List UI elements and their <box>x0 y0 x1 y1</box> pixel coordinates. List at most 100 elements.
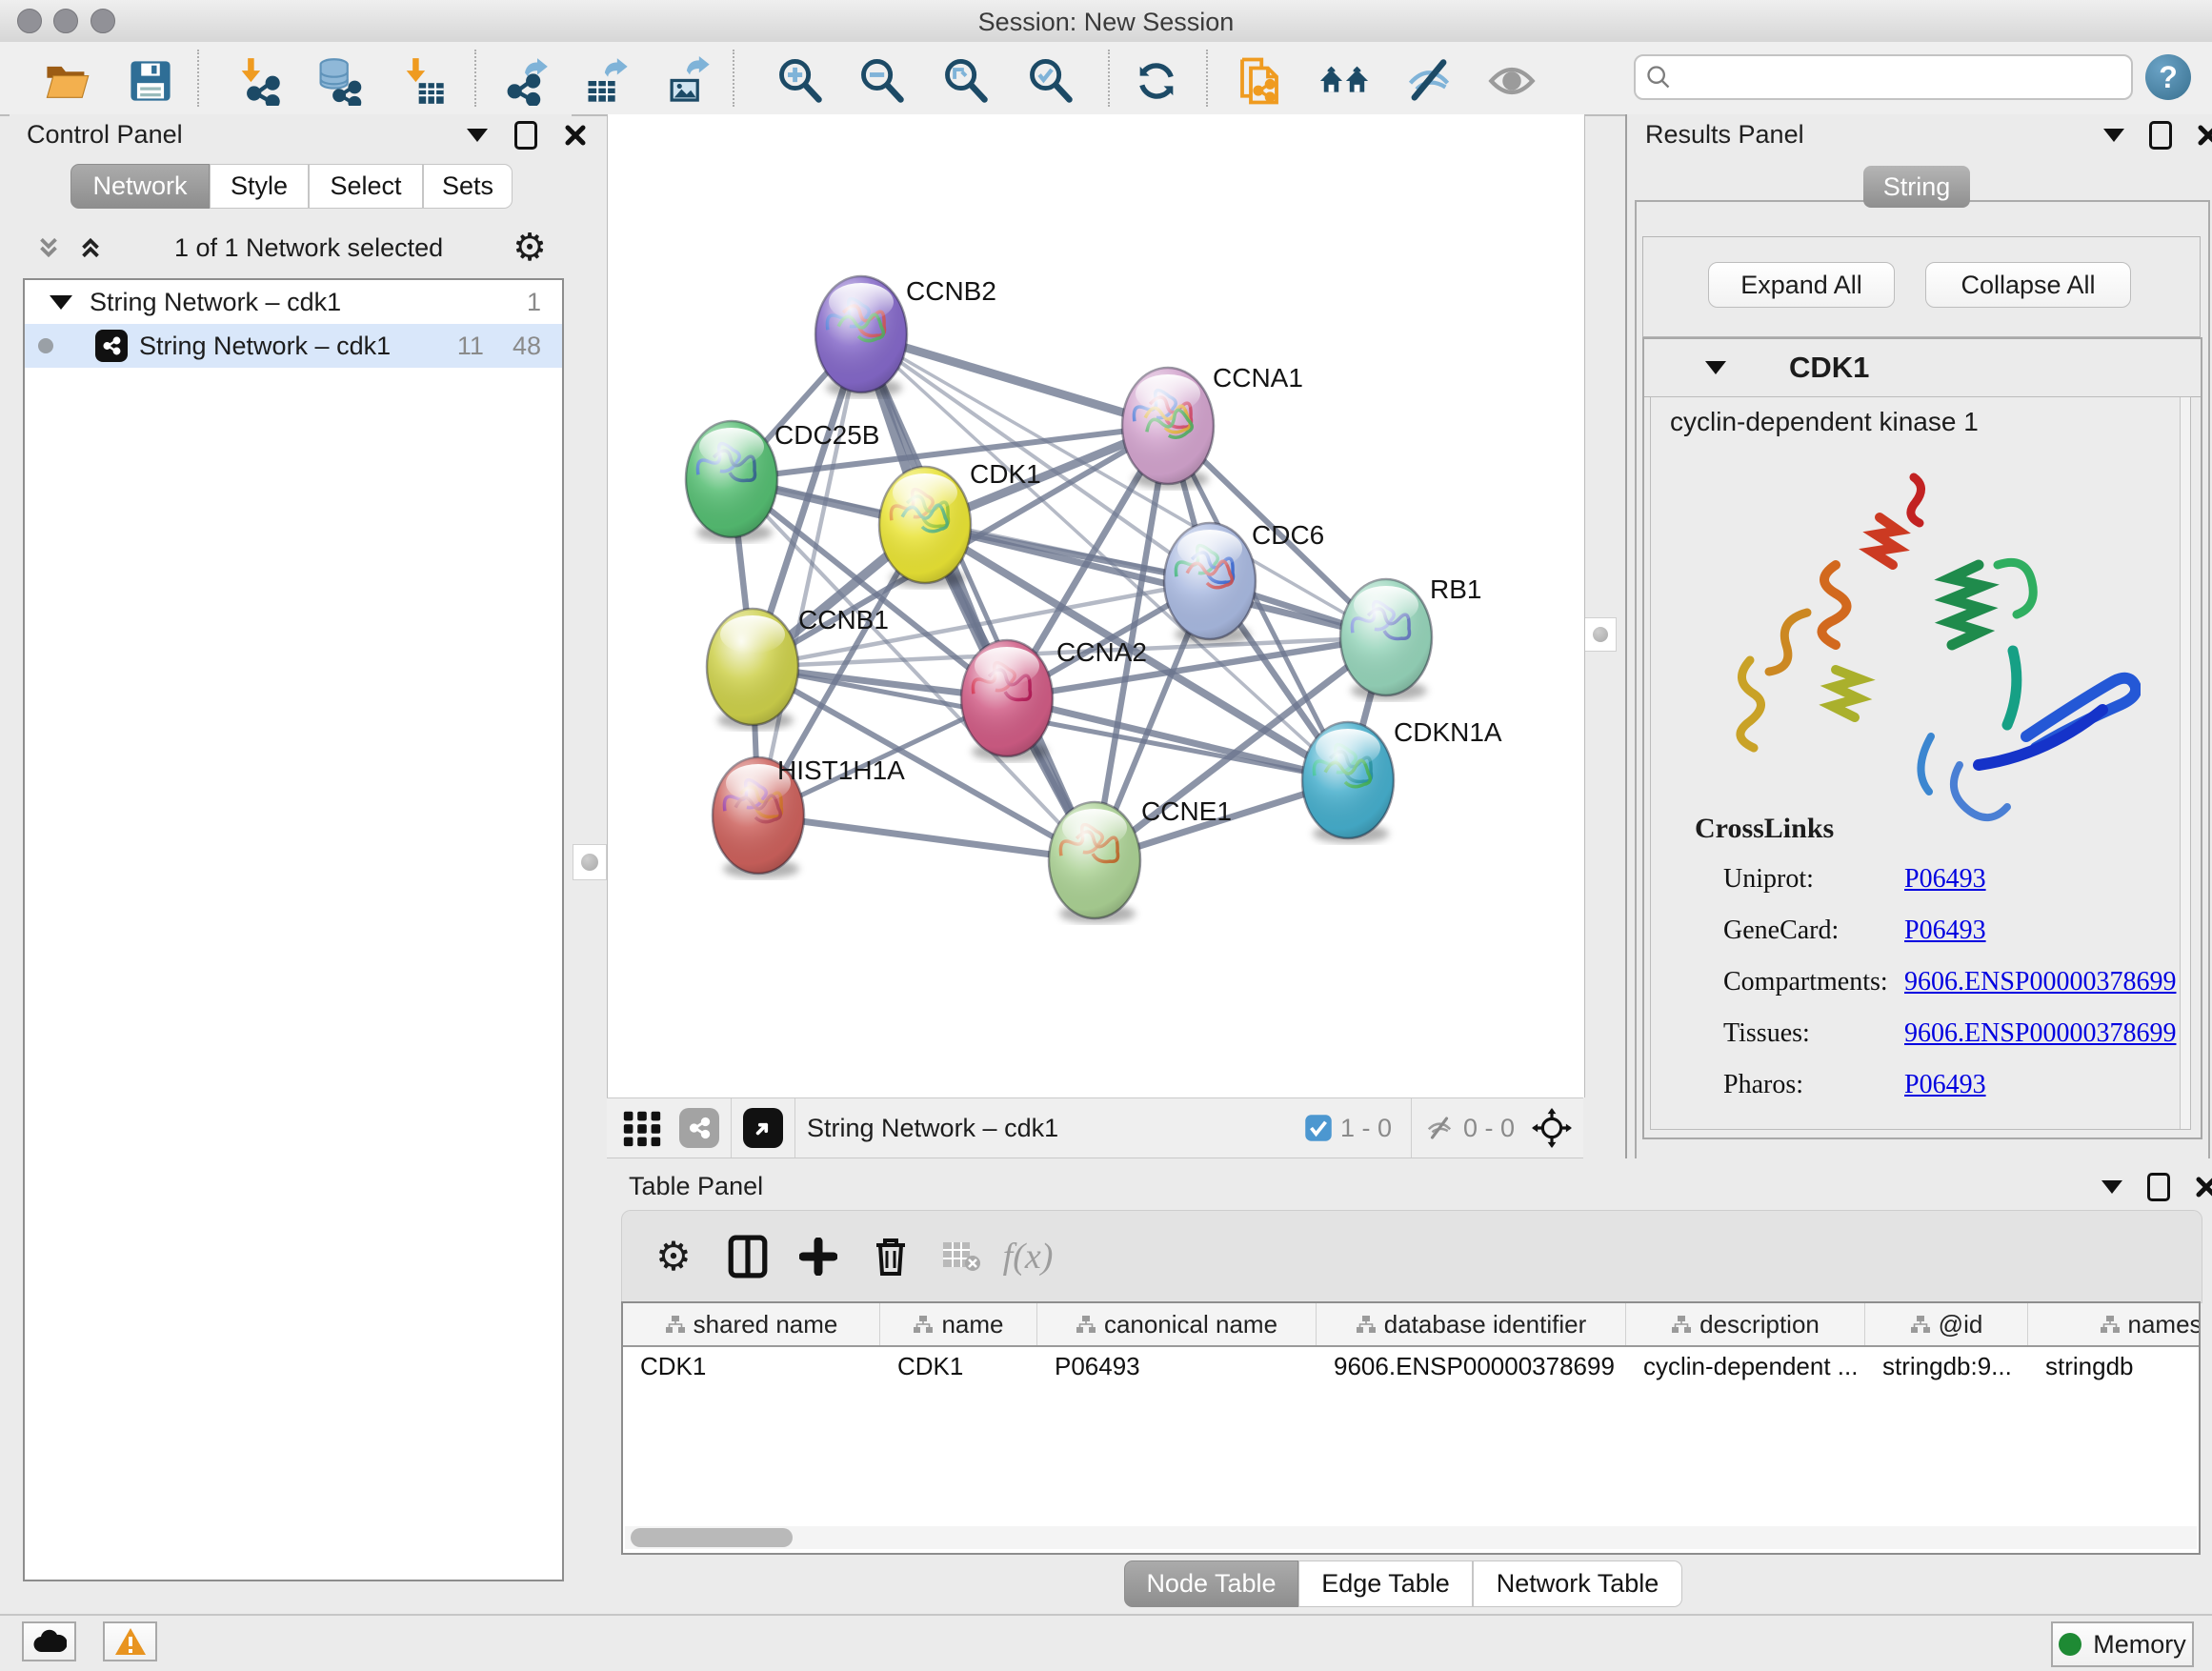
table-cell[interactable]: CDK1 <box>623 1347 880 1385</box>
right-splitter-handle[interactable] <box>1584 617 1617 652</box>
export-network-icon[interactable] <box>499 55 551 107</box>
fit-selected-crosshair-icon[interactable] <box>1532 1108 1572 1148</box>
network-node-CCNB2[interactable] <box>815 276 907 397</box>
first-neighbors-icon[interactable] <box>1318 55 1370 107</box>
table-row[interactable]: CDK1CDK1P064939606.ENSP00000378699cyclin… <box>623 1347 2199 1385</box>
import-table-from-file-icon[interactable] <box>397 55 449 107</box>
zoom-fit-icon[interactable] <box>940 55 992 107</box>
import-network-from-database-icon[interactable] <box>312 55 364 107</box>
scrollbar-thumb[interactable] <box>631 1528 793 1547</box>
table-cell[interactable]: cyclin-dependent ... <box>1626 1347 1865 1385</box>
detach-view-icon[interactable] <box>743 1108 783 1148</box>
grid-view-icon[interactable] <box>620 1106 664 1150</box>
close-panel-icon[interactable] <box>564 124 587 147</box>
results-scrollbar[interactable] <box>2180 397 2190 1129</box>
network-node-CDKN1A[interactable] <box>1302 722 1394 843</box>
export-image-icon[interactable] <box>663 55 714 107</box>
network-node-RB1[interactable] <box>1340 579 1432 700</box>
column-header-database-identifier[interactable]: database identifier <box>1317 1303 1626 1345</box>
create-column-icon[interactable] <box>794 1232 843 1281</box>
network-node-CCNE1[interactable] <box>1049 802 1140 923</box>
collapse-triangle-icon[interactable] <box>50 295 72 310</box>
panel-menu-icon[interactable] <box>2101 1180 2122 1194</box>
search-icon <box>1645 64 1672 91</box>
tab-edge-table[interactable]: Edge Table <box>1298 1560 1473 1607</box>
show-columns-icon[interactable] <box>723 1232 773 1281</box>
crosslink-link[interactable]: P06493 <box>1904 1070 1986 1100</box>
left-splitter-handle[interactable] <box>573 844 607 880</box>
tab-network[interactable]: Network <box>70 164 210 209</box>
panel-menu-icon[interactable] <box>467 129 488 142</box>
tab-string[interactable]: String <box>1863 166 1970 208</box>
edge-count: 48 <box>513 332 541 361</box>
selected-checkbox-icon[interactable] <box>1304 1114 1333 1142</box>
expand-all-icon[interactable] <box>76 233 105 262</box>
column-header-canonical-name[interactable]: canonical name <box>1037 1303 1317 1345</box>
refresh-icon[interactable] <box>1131 55 1182 107</box>
close-panel-icon[interactable] <box>2195 1176 2212 1198</box>
collapse-all-button[interactable]: Collapse All <box>1925 262 2131 308</box>
network-node-CCNA1[interactable] <box>1122 368 1214 489</box>
float-panel-icon[interactable] <box>2149 121 2172 150</box>
network-collection-row[interactable]: String Network – cdk1 1 <box>25 280 562 324</box>
gene-card-header[interactable]: CDK1 <box>1644 339 2201 397</box>
table-cell[interactable]: stringdb:9... <box>1865 1347 2028 1385</box>
panel-menu-icon[interactable] <box>2103 129 2124 142</box>
column-header--id[interactable]: @id <box>1865 1303 2028 1345</box>
table-cell[interactable]: 9606.ENSP00000378699 <box>1317 1347 1626 1385</box>
network-row[interactable]: String Network – cdk1 11 48 <box>25 324 562 368</box>
network-share-icon[interactable] <box>679 1108 719 1148</box>
crosslink-link[interactable]: P06493 <box>1904 864 1986 895</box>
help-button[interactable]: ? <box>2145 54 2191 100</box>
table-settings-gear-icon[interactable]: ⚙ <box>649 1232 698 1281</box>
column-header-namespac[interactable]: namespac <box>2028 1303 2201 1345</box>
table-cell[interactable]: stringdb <box>2028 1347 2201 1385</box>
collapse-all-icon[interactable] <box>34 233 63 262</box>
crosslink-link[interactable]: P06493 <box>1904 916 1986 946</box>
node-label-CCNB2: CCNB2 <box>906 276 996 306</box>
network-edge-CCNB2-HIST1H1A[interactable] <box>758 334 861 815</box>
tab-select[interactable]: Select <box>309 164 423 209</box>
open-session-icon[interactable] <box>41 55 92 107</box>
column-header-label: name <box>941 1310 1003 1339</box>
collapse-gene-icon[interactable] <box>1705 361 1726 374</box>
clone-network-icon[interactable] <box>1234 55 1285 107</box>
crosslink-link[interactable]: 9606.ENSP00000378699 <box>1904 1018 2176 1049</box>
hide-selected-icon[interactable] <box>1403 55 1455 107</box>
column-header-name[interactable]: name <box>880 1303 1037 1345</box>
import-network-from-file-icon[interactable] <box>232 55 284 107</box>
zoom-in-icon[interactable] <box>774 55 826 107</box>
delete-column-icon[interactable] <box>866 1232 915 1281</box>
tab-sets[interactable]: Sets <box>423 164 513 209</box>
cloud-status-button[interactable] <box>22 1621 76 1661</box>
node-label-CCNA2: CCNA2 <box>1056 637 1147 667</box>
network-canvas[interactable]: CCNB2CCNA1CDC25BCDK1CDC6RB1CCNB1CCNA2CDK… <box>607 114 1585 1097</box>
network-node-CDC25B[interactable] <box>686 421 777 542</box>
table-cell[interactable]: P06493 <box>1037 1347 1317 1385</box>
network-edge-HIST1H1A-CCNE1[interactable] <box>758 815 1095 860</box>
column-header-shared-name[interactable]: shared name <box>623 1303 880 1345</box>
close-panel-icon[interactable] <box>2197 124 2212 147</box>
float-panel-icon[interactable] <box>2147 1173 2170 1201</box>
column-header-label: @id <box>1939 1310 1983 1339</box>
zoom-out-icon[interactable] <box>856 55 908 107</box>
zoom-selected-icon[interactable] <box>1025 55 1076 107</box>
tab-node-table[interactable]: Node Table <box>1124 1560 1298 1607</box>
save-session-icon[interactable] <box>125 55 176 107</box>
tab-network-table[interactable]: Network Table <box>1473 1560 1682 1607</box>
float-panel-icon[interactable] <box>514 121 537 150</box>
memory-button[interactable]: Memory <box>2051 1621 2194 1667</box>
show-all-icon[interactable] <box>1486 55 1538 107</box>
network-options-gear-icon[interactable]: ⚙ <box>513 229 547 267</box>
warnings-button[interactable] <box>103 1621 157 1661</box>
expand-all-button[interactable]: Expand All <box>1708 262 1895 308</box>
export-table-icon[interactable] <box>581 55 633 107</box>
crosslink-link[interactable]: 9606.ENSP00000378699 <box>1904 967 2176 997</box>
column-header-description[interactable]: description <box>1626 1303 1865 1345</box>
tab-style[interactable]: Style <box>210 164 309 209</box>
network-node-CCNB1[interactable] <box>707 609 798 730</box>
search-input[interactable] <box>1679 62 2122 93</box>
table-cell[interactable]: CDK1 <box>880 1347 1037 1385</box>
table-horizontal-scrollbar[interactable] <box>625 1526 2197 1549</box>
network-edge-CCNB2-CCNA1[interactable] <box>861 334 1168 426</box>
